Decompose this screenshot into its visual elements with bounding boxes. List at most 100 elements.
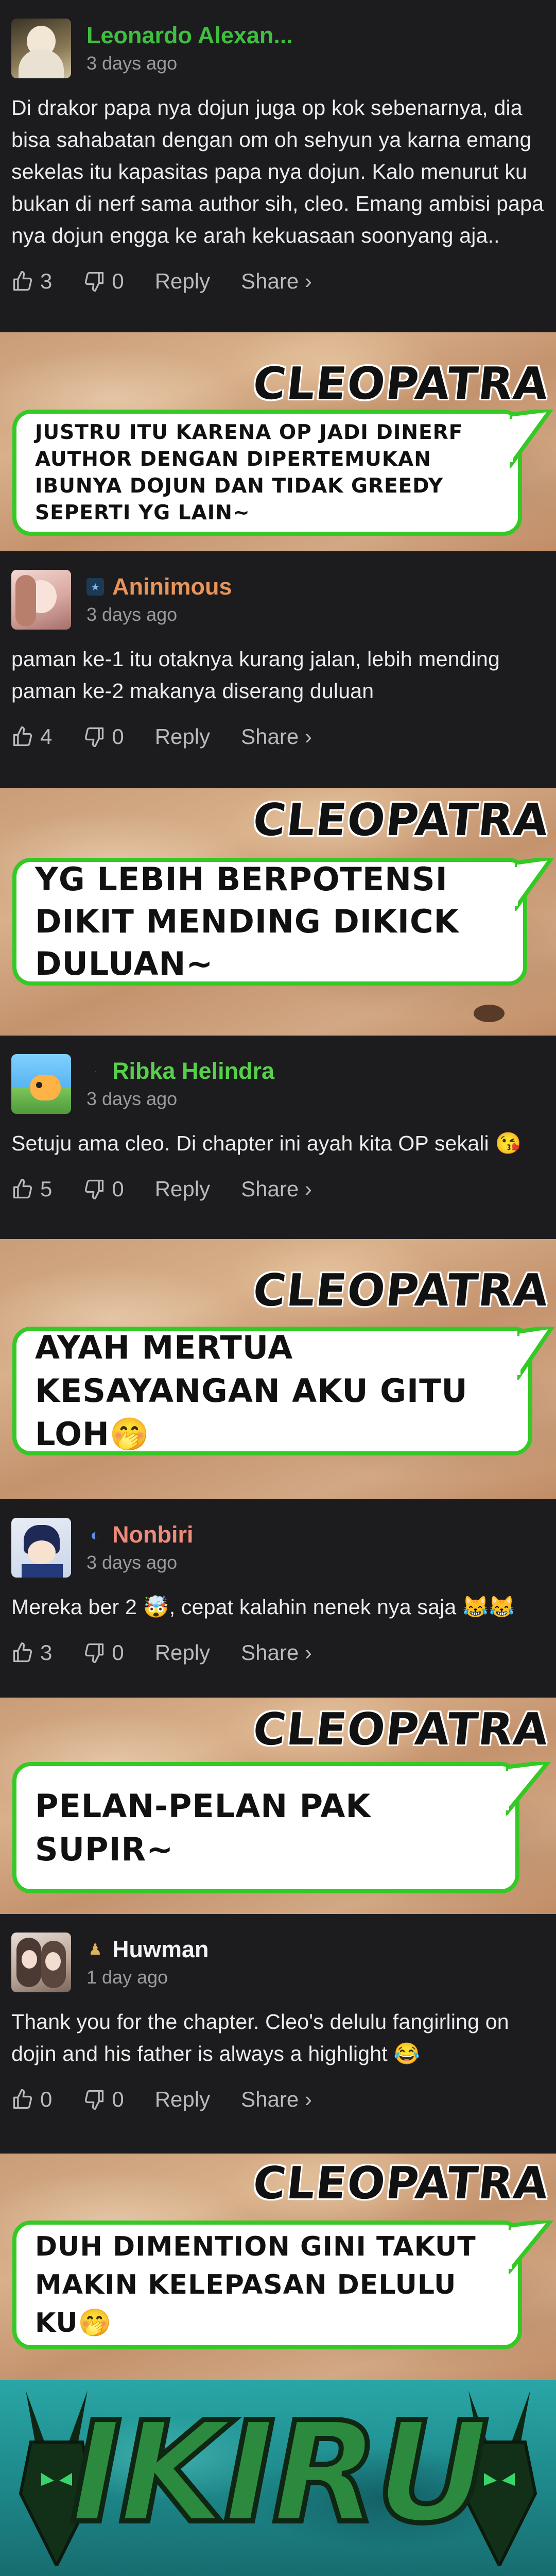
comment-text: Di drakor papa nya dojun juga op kok seb… (11, 96, 544, 247)
cleopatra-note-panel: CLEOPATRA DUH DIMENTION GINI TAKUT MAKIN… (0, 2154, 556, 2380)
comment-card: ◐ Nonbiri 3 days ago Mereka ber 2 🤯, cep… (0, 1499, 556, 1698)
dislike-button[interactable]: 0 (83, 2087, 124, 2112)
avatar[interactable] (11, 1933, 71, 1992)
comment-actions: 5 0 Reply Share › (11, 1173, 545, 1206)
comment-card: ★ Aninimous 3 days ago paman ke-1 itu ot… (0, 551, 556, 788)
speaker-label: CLEOPATRA (250, 1265, 552, 1316)
speaker-label: CLEOPATRA (250, 1704, 552, 1755)
user-badge-icon: ★ (86, 578, 104, 596)
comment-timestamp: 1 day ago (86, 1967, 168, 1988)
username[interactable]: Ribka Helindra (112, 1057, 274, 1085)
username[interactable]: Leonardo Alexan... (86, 22, 293, 49)
reply-button[interactable]: Reply (155, 1640, 210, 1665)
thumbs-down-icon (85, 1643, 104, 1663)
comment-actions: 3 0 Reply Share › (11, 265, 545, 298)
avatar[interactable] (11, 570, 71, 630)
bubble-text: PELAN-PELAN PAK SUPIR~ (35, 1787, 371, 1868)
comment-actions: 3 0 Reply Share › (11, 1636, 545, 1669)
dislike-button[interactable]: 0 (83, 1640, 124, 1665)
bubble-text: AYAH MERTUA KESAYANGAN AKU GITU LOH🤭 (35, 1329, 468, 1453)
ikiru-logo: IKIRU (67, 2392, 491, 2554)
user-badge-icon: · (94, 1067, 97, 1075)
comment-card: · Ribka Helindra 3 days ago Setuju ama c… (0, 1036, 556, 1239)
like-count: 0 (40, 2087, 53, 2111)
dislike-button[interactable]: 0 (83, 1177, 124, 1201)
like-button[interactable]: 3 (11, 269, 52, 294)
dislike-count: 0 (112, 1177, 124, 1201)
bubble-text: DUH DIMENTION GINI TAKUT MAKIN KELEPASAN… (35, 2231, 476, 2338)
user-badge-icon: ◐ (90, 1525, 100, 1544)
bubble-tail (515, 858, 554, 911)
comment-card: ♟ Huwman 1 day ago Thank you for the cha… (0, 1914, 556, 2154)
share-button[interactable]: Share › (241, 724, 312, 749)
like-button[interactable]: 5 (11, 1177, 52, 1201)
reply-button[interactable]: Reply (155, 269, 210, 294)
dislike-count: 0 (112, 724, 124, 749)
speech-bubble: PELAN-PELAN PAK SUPIR~ (12, 1762, 519, 1893)
reply-button[interactable]: Reply (155, 724, 210, 749)
dislike-button[interactable]: 0 (83, 269, 124, 294)
like-button[interactable]: 4 (11, 724, 52, 749)
username[interactable]: Aninimous (112, 573, 232, 601)
dislike-count: 0 (112, 269, 124, 293)
speech-bubble: AYAH MERTUA KESAYANGAN AKU GITU LOH🤭 (12, 1327, 532, 1455)
thumbs-up-icon (13, 1642, 32, 1663)
comment-text: Thank you for the chapter. Cleo's delulu… (11, 2010, 509, 2065)
dislike-count: 0 (112, 2087, 124, 2111)
share-button[interactable]: Share › (241, 1640, 312, 1665)
share-button[interactable]: Share › (241, 2087, 312, 2112)
speech-bubble: YG LEBIH BERPOTENSI DIKIT MENDING DIKICK… (12, 858, 527, 986)
thumbs-down-icon (85, 2090, 104, 2110)
thumbs-down-icon (85, 1179, 104, 1199)
speaker-label: CLEOPATRA (250, 2158, 552, 2209)
bubble-tail (510, 410, 553, 468)
speaker-label: CLEOPATRA (250, 358, 552, 410)
bubble-tail (506, 1762, 550, 1816)
avatar[interactable] (11, 1518, 71, 1578)
cleopatra-note-panel: CLEOPATRA YG LEBIH BERPOTENSI DIKIT MEND… (0, 788, 556, 1036)
thumbs-down-icon (85, 727, 104, 747)
cleopatra-note-panel: CLEOPATRA AYAH MERTUA KESAYANGAN AKU GIT… (0, 1239, 556, 1499)
comment-text: Mereka ber 2 🤯, cepat kalahin nenek nya … (11, 1595, 515, 1619)
thumbs-down-icon (85, 272, 104, 292)
share-button[interactable]: Share › (241, 1177, 312, 1201)
comment-card: Leonardo Alexan... 3 days ago Di drakor … (0, 0, 556, 332)
cleopatra-note-panel: CLEOPATRA JUSTRU ITU KARENA OP JADI DINE… (0, 332, 556, 551)
ikiru-footer-banner: IKIRU (0, 2380, 556, 2576)
like-count: 3 (40, 1640, 53, 1665)
bubble-tail (517, 1327, 554, 1380)
avatar[interactable] (11, 1054, 71, 1114)
reply-button[interactable]: Reply (155, 2087, 210, 2112)
like-count: 5 (40, 1177, 53, 1201)
comment-timestamp: 3 days ago (86, 53, 178, 74)
bubble-text: JUSTRU ITU KARENA OP JADI DINERF AUTHOR … (35, 420, 463, 524)
comment-actions: 0 0 Reply Share › (11, 2083, 545, 2116)
thumbs-up-icon (13, 726, 32, 747)
user-badge-icon: ♟ (88, 1941, 102, 1958)
speech-bubble: JUSTRU ITU KARENA OP JADI DINERF AUTHOR … (12, 410, 522, 536)
comment-text: Setuju ama cleo. Di chapter ini ayah kit… (11, 1131, 522, 1155)
dislike-button[interactable]: 0 (83, 724, 124, 749)
thumbs-up-icon (13, 2089, 32, 2109)
dislike-count: 0 (112, 1640, 124, 1665)
like-button[interactable]: 3 (11, 1640, 52, 1665)
thumbs-up-icon (13, 1179, 32, 1199)
chapter-comments-page: Leonardo Alexan... 3 days ago Di drakor … (0, 0, 556, 2576)
like-button[interactable]: 0 (11, 2087, 52, 2112)
bubble-text: YG LEBIH BERPOTENSI DIKIT MENDING DIKICK… (35, 860, 459, 982)
comment-timestamp: 3 days ago (86, 1552, 178, 1573)
cleopatra-note-panel: CLEOPATRA PELAN-PELAN PAK SUPIR~ (0, 1698, 556, 1914)
username[interactable]: Huwman (112, 1936, 209, 1963)
speech-bubble: DUH DIMENTION GINI TAKUT MAKIN KELEPASAN… (12, 2221, 522, 2349)
username[interactable]: Nonbiri (112, 1521, 193, 1549)
comment-text: paman ke-1 itu otaknya kurang jalan, leb… (11, 647, 500, 703)
pebble-shadow (474, 1005, 505, 1022)
like-count: 3 (40, 269, 53, 293)
avatar[interactable] (11, 19, 71, 78)
like-count: 4 (40, 724, 53, 749)
share-button[interactable]: Share › (241, 269, 312, 294)
bubble-tail (509, 2221, 553, 2274)
reply-button[interactable]: Reply (155, 1177, 210, 1201)
thumbs-up-icon (13, 271, 32, 291)
speaker-label: CLEOPATRA (250, 794, 552, 846)
